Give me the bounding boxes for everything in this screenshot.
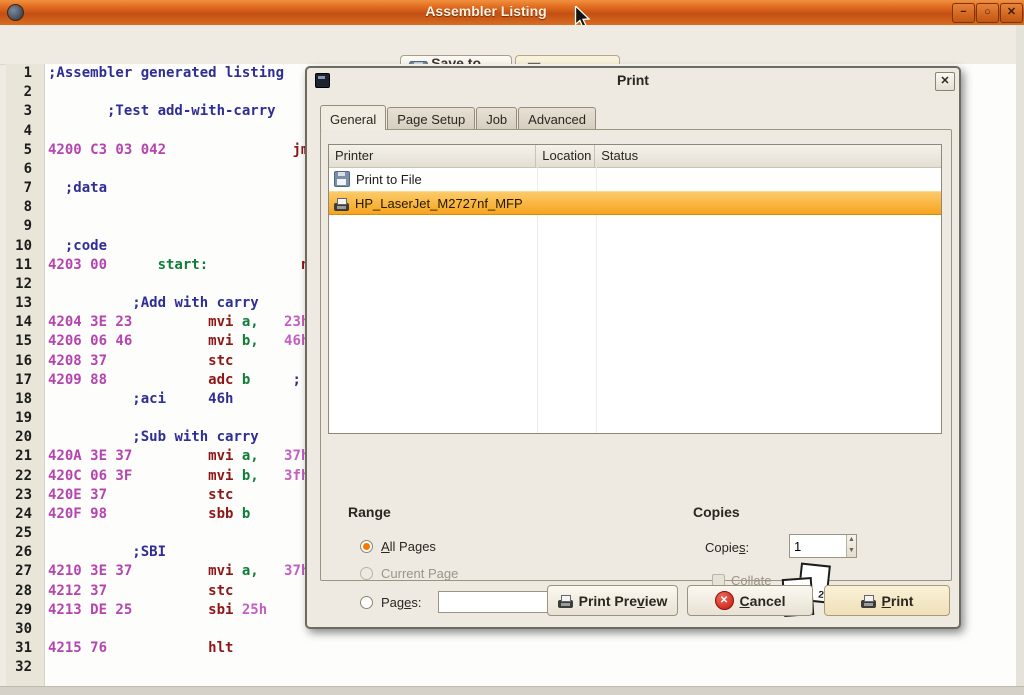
window-titlebar[interactable]: Assembler Listing − ○ ✕ — [0, 0, 1024, 26]
printer-icon — [334, 203, 349, 211]
current-page-label: Current Page — [381, 566, 458, 581]
print-preview-icon — [558, 600, 573, 608]
cancel-button[interactable]: Cancel — [687, 585, 813, 616]
all-pages-radio[interactable] — [360, 540, 373, 553]
column-header-status[interactable]: Status — [595, 145, 941, 167]
printer-row[interactable]: HP_LaserJet_M2727nf_MFP — [329, 191, 941, 215]
print-dialog: Print ✕ GeneralPage SetupJobAdvanced Pri… — [305, 66, 961, 629]
printer-list-header[interactable]: PrinterLocationStatus — [329, 145, 941, 168]
dialog-title: Print — [307, 72, 959, 88]
print-icon — [861, 600, 876, 608]
dialog-tabs: GeneralPage SetupJobAdvanced — [320, 105, 597, 130]
printer-name: HP_LaserJet_M2727nf_MFP — [355, 196, 523, 211]
general-tab-panel: PrinterLocationStatus Print to File HP_La… — [320, 129, 952, 581]
save-icon — [334, 171, 350, 187]
cancel-icon — [715, 591, 734, 610]
window-right-border — [1016, 25, 1024, 686]
tab-advanced[interactable]: Advanced — [518, 107, 596, 130]
printer-name: Print to File — [356, 172, 422, 187]
tab-general[interactable]: General — [320, 105, 386, 130]
print-button[interactable]: Print — [824, 585, 950, 616]
window-title: Assembler Listing — [425, 3, 546, 19]
column-header-location[interactable]: Location — [536, 145, 595, 167]
code-line: 314215 76hlt — [6, 639, 1016, 658]
all-pages-label[interactable]: All Pages — [381, 539, 436, 554]
tab-job[interactable]: Job — [476, 107, 517, 130]
spin-up-icon[interactable]: ▲ — [847, 535, 856, 546]
current-page-radio — [360, 567, 373, 580]
maximize-button[interactable]: ○ — [976, 3, 999, 23]
close-button[interactable]: ✕ — [1000, 3, 1023, 23]
tab-page-setup[interactable]: Page Setup — [387, 107, 475, 130]
copies-spinbox[interactable]: ▲ ▼ — [789, 534, 857, 558]
column-header-printer[interactable]: Printer — [329, 145, 536, 167]
copies-label: Copies: — [705, 540, 749, 555]
minimize-button[interactable]: − — [952, 3, 975, 23]
copies-value-input[interactable] — [790, 535, 846, 557]
code-line: 32 — [6, 658, 1016, 677]
printer-row[interactable]: Print to File — [329, 167, 941, 191]
pages-radio[interactable] — [360, 596, 373, 609]
main-toolbar: Save to file Print — [0, 25, 1024, 65]
spin-down-icon[interactable]: ▼ — [847, 546, 856, 557]
copies-group-title: Copies — [693, 504, 740, 520]
printer-list[interactable]: PrinterLocationStatus Print to File HP_La… — [328, 144, 942, 434]
dialog-close-button[interactable]: ✕ — [935, 72, 955, 91]
print-preview-button[interactable]: Print Preview — [547, 585, 678, 616]
window-icon — [7, 4, 24, 21]
pages-label[interactable]: Pages: — [381, 595, 422, 610]
range-group-title: Range — [348, 504, 391, 520]
